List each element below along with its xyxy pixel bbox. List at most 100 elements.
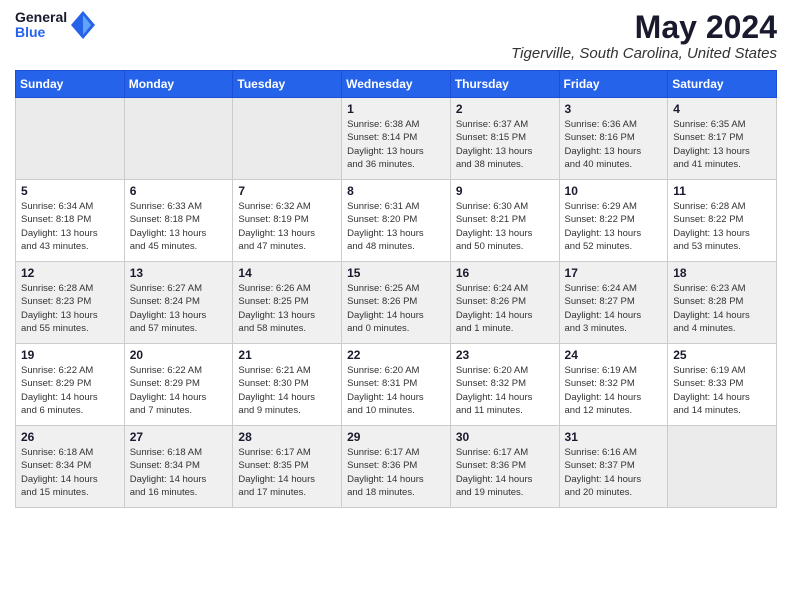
- month-title: May 2024: [511, 10, 777, 45]
- calendar-header-saturday: Saturday: [668, 71, 777, 98]
- day-number: 24: [565, 348, 663, 362]
- calendar-cell-5-1: 26 Sunrise: 6:18 AM Sunset: 8:34 PM Dayli…: [16, 426, 125, 508]
- day-number: 17: [565, 266, 663, 280]
- day-info: Sunrise: 6:20 AM Sunset: 8:32 PM Dayligh…: [456, 364, 554, 417]
- day-info: Sunrise: 6:26 AM Sunset: 8:25 PM Dayligh…: [238, 282, 336, 335]
- calendar-cell-5-3: 28 Sunrise: 6:17 AM Sunset: 8:35 PM Dayli…: [233, 426, 342, 508]
- day-info: Sunrise: 6:17 AM Sunset: 8:36 PM Dayligh…: [347, 446, 445, 499]
- calendar-cell-5-4: 29Sunrise: 6:17 AM Sunset: 8:36 PM Dayli…: [342, 426, 451, 508]
- calendar-cell-5-6: 31Sunrise: 6:16 AM Sunset: 8:37 PM Dayli…: [559, 426, 668, 508]
- day-number: 4: [673, 102, 771, 116]
- day-number: 26: [21, 430, 119, 444]
- day-number: 25: [673, 348, 771, 362]
- calendar-header-thursday: Thursday: [450, 71, 559, 98]
- calendar-cell-1-6: 3 Sunrise: 6:36 AM Sunset: 8:16 PM Daylig…: [559, 98, 668, 180]
- day-number: 16: [456, 266, 554, 280]
- logo: General Blue: [15, 10, 95, 41]
- day-info: Sunrise: 6:38 AM Sunset: 8:14 PM Dayligh…: [347, 118, 445, 171]
- day-info: Sunrise: 6:36 AM Sunset: 8:16 PM Dayligh…: [565, 118, 663, 171]
- calendar-header-row: SundayMondayTuesdayWednesdayThursdayFrid…: [16, 71, 777, 98]
- day-number: 7: [238, 184, 336, 198]
- calendar-week-5: 26 Sunrise: 6:18 AM Sunset: 8:34 PM Dayli…: [16, 426, 777, 508]
- calendar-cell-2-5: 9Sunrise: 6:30 AM Sunset: 8:21 PM Daylig…: [450, 180, 559, 262]
- day-info: Sunrise: 6:20 AM Sunset: 8:31 PM Dayligh…: [347, 364, 445, 417]
- header: General Blue May 2024 Tigerville, South …: [15, 10, 777, 62]
- day-number: 23: [456, 348, 554, 362]
- calendar-cell-1-7: 4 Sunrise: 6:35 AM Sunset: 8:17 PM Daylig…: [668, 98, 777, 180]
- day-info: Sunrise: 6:29 AM Sunset: 8:22 PM Dayligh…: [565, 200, 663, 253]
- day-info: Sunrise: 6:17 AM Sunset: 8:35 PM Dayligh…: [238, 446, 336, 499]
- day-number: 12: [21, 266, 119, 280]
- calendar-cell-3-5: 16 Sunrise: 6:24 AM Sunset: 8:26 PM Dayli…: [450, 262, 559, 344]
- calendar-cell-3-4: 15 Sunrise: 6:25 AM Sunset: 8:26 PM Dayli…: [342, 262, 451, 344]
- calendar-cell-1-5: 2Sunrise: 6:37 AM Sunset: 8:15 PM Daylig…: [450, 98, 559, 180]
- day-info: Sunrise: 6:28 AM Sunset: 8:22 PM Dayligh…: [673, 200, 771, 253]
- day-info: Sunrise: 6:18 AM Sunset: 8:34 PM Dayligh…: [21, 446, 119, 499]
- calendar-cell-1-3: [233, 98, 342, 180]
- logo-text: General Blue: [15, 10, 67, 41]
- day-info: Sunrise: 6:27 AM Sunset: 8:24 PM Dayligh…: [130, 282, 228, 335]
- calendar-week-2: 5Sunrise: 6:34 AM Sunset: 8:18 PM Daylig…: [16, 180, 777, 262]
- calendar-cell-2-1: 5Sunrise: 6:34 AM Sunset: 8:18 PM Daylig…: [16, 180, 125, 262]
- day-info: Sunrise: 6:31 AM Sunset: 8:20 PM Dayligh…: [347, 200, 445, 253]
- day-info: Sunrise: 6:24 AM Sunset: 8:27 PM Dayligh…: [565, 282, 663, 335]
- calendar-cell-3-2: 13 Sunrise: 6:27 AM Sunset: 8:24 PM Dayli…: [124, 262, 233, 344]
- calendar-cell-1-4: 1Sunrise: 6:38 AM Sunset: 8:14 PM Daylig…: [342, 98, 451, 180]
- day-number: 30: [456, 430, 554, 444]
- day-info: Sunrise: 6:28 AM Sunset: 8:23 PM Dayligh…: [21, 282, 119, 335]
- day-number: 9: [456, 184, 554, 198]
- calendar-cell-4-6: 24Sunrise: 6:19 AM Sunset: 8:32 PM Dayli…: [559, 344, 668, 426]
- day-info: Sunrise: 6:37 AM Sunset: 8:15 PM Dayligh…: [456, 118, 554, 171]
- calendar-cell-4-7: 25 Sunrise: 6:19 AM Sunset: 8:33 PM Dayli…: [668, 344, 777, 426]
- day-info: Sunrise: 6:34 AM Sunset: 8:18 PM Dayligh…: [21, 200, 119, 253]
- day-number: 28: [238, 430, 336, 444]
- day-number: 14: [238, 266, 336, 280]
- day-number: 22: [347, 348, 445, 362]
- day-number: 10: [565, 184, 663, 198]
- calendar-table: SundayMondayTuesdayWednesdayThursdayFrid…: [15, 70, 777, 508]
- day-number: 8: [347, 184, 445, 198]
- calendar-week-4: 19Sunrise: 6:22 AM Sunset: 8:29 PM Dayli…: [16, 344, 777, 426]
- day-info: Sunrise: 6:22 AM Sunset: 8:29 PM Dayligh…: [21, 364, 119, 417]
- day-info: Sunrise: 6:33 AM Sunset: 8:18 PM Dayligh…: [130, 200, 228, 253]
- logo-general: General: [15, 10, 67, 25]
- calendar-cell-2-6: 10 Sunrise: 6:29 AM Sunset: 8:22 PM Dayli…: [559, 180, 668, 262]
- calendar-header-tuesday: Tuesday: [233, 71, 342, 98]
- page: General Blue May 2024 Tigerville, South …: [0, 0, 792, 612]
- day-number: 18: [673, 266, 771, 280]
- day-info: Sunrise: 6:24 AM Sunset: 8:26 PM Dayligh…: [456, 282, 554, 335]
- day-info: Sunrise: 6:21 AM Sunset: 8:30 PM Dayligh…: [238, 364, 336, 417]
- calendar-cell-5-5: 30 Sunrise: 6:17 AM Sunset: 8:36 PM Dayli…: [450, 426, 559, 508]
- calendar-header-monday: Monday: [124, 71, 233, 98]
- calendar-cell-4-1: 19Sunrise: 6:22 AM Sunset: 8:29 PM Dayli…: [16, 344, 125, 426]
- calendar-cell-2-4: 8 Sunrise: 6:31 AM Sunset: 8:20 PM Daylig…: [342, 180, 451, 262]
- calendar-cell-2-2: 6 Sunrise: 6:33 AM Sunset: 8:18 PM Daylig…: [124, 180, 233, 262]
- day-info: Sunrise: 6:25 AM Sunset: 8:26 PM Dayligh…: [347, 282, 445, 335]
- day-info: Sunrise: 6:19 AM Sunset: 8:33 PM Dayligh…: [673, 364, 771, 417]
- day-number: 6: [130, 184, 228, 198]
- logo-icon: [71, 11, 95, 39]
- day-number: 15: [347, 266, 445, 280]
- calendar-cell-2-3: 7 Sunrise: 6:32 AM Sunset: 8:19 PM Daylig…: [233, 180, 342, 262]
- day-number: 3: [565, 102, 663, 116]
- calendar-cell-4-5: 23 Sunrise: 6:20 AM Sunset: 8:32 PM Dayli…: [450, 344, 559, 426]
- day-number: 21: [238, 348, 336, 362]
- day-number: 13: [130, 266, 228, 280]
- calendar-week-1: 1Sunrise: 6:38 AM Sunset: 8:14 PM Daylig…: [16, 98, 777, 180]
- calendar-cell-3-1: 12 Sunrise: 6:28 AM Sunset: 8:23 PM Dayli…: [16, 262, 125, 344]
- calendar-header-sunday: Sunday: [16, 71, 125, 98]
- logo-blue: Blue: [15, 25, 67, 40]
- calendar-header-wednesday: Wednesday: [342, 71, 451, 98]
- calendar-cell-5-7: [668, 426, 777, 508]
- location: Tigerville, South Carolina, United State…: [511, 45, 777, 62]
- calendar-cell-3-6: 17 Sunrise: 6:24 AM Sunset: 8:27 PM Dayli…: [559, 262, 668, 344]
- day-info: Sunrise: 6:17 AM Sunset: 8:36 PM Dayligh…: [456, 446, 554, 499]
- calendar-cell-3-3: 14 Sunrise: 6:26 AM Sunset: 8:25 PM Dayli…: [233, 262, 342, 344]
- day-number: 27: [130, 430, 228, 444]
- day-info: Sunrise: 6:22 AM Sunset: 8:29 PM Dayligh…: [130, 364, 228, 417]
- day-info: Sunrise: 6:18 AM Sunset: 8:34 PM Dayligh…: [130, 446, 228, 499]
- calendar-cell-1-2: [124, 98, 233, 180]
- day-info: Sunrise: 6:32 AM Sunset: 8:19 PM Dayligh…: [238, 200, 336, 253]
- day-info: Sunrise: 6:35 AM Sunset: 8:17 PM Dayligh…: [673, 118, 771, 171]
- day-info: Sunrise: 6:16 AM Sunset: 8:37 PM Dayligh…: [565, 446, 663, 499]
